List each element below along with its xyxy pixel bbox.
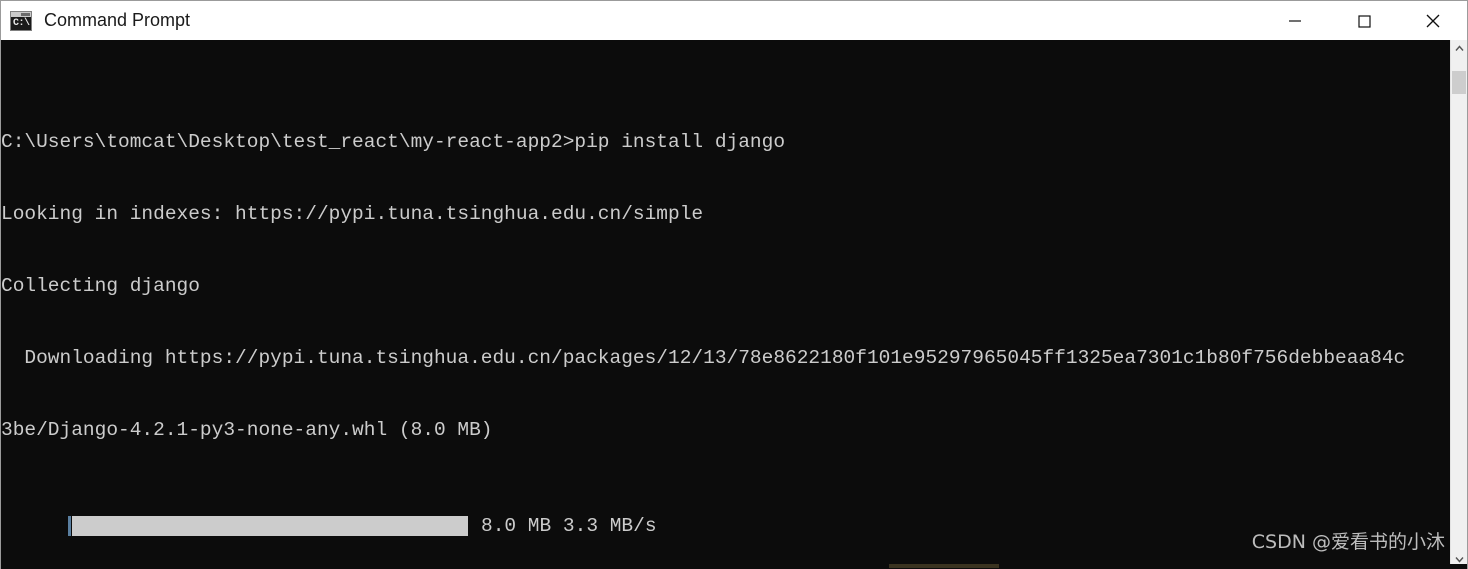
console-area[interactable]: C:\Users\tomcat\Desktop\test_react\my-re… [1,40,1467,568]
window-title: Command Prompt [44,10,191,30]
scrollbar-thumb[interactable] [1452,71,1466,94]
console-line: Collecting django [1,275,200,297]
horizontal-scrollbar[interactable] [1,564,1467,568]
progress-label: 8.0 MB 3.3 MB/s [481,515,657,537]
window-controls [1260,0,1467,41]
scroll-up-button[interactable] [1451,40,1467,57]
console-line: C:\Users\tomcat\Desktop\test_react\my-re… [1,131,786,153]
console-line: Looking in indexes: https://pypi.tuna.ts… [1,203,704,225]
minimize-button[interactable] [1260,0,1329,41]
vertical-scrollbar[interactable] [1450,40,1467,568]
progress-cursor [68,516,71,536]
progress-fill [72,516,468,536]
console-line: 3be/Django-4.2.1-py3-none-any.whl (8.0 M… [1,419,493,441]
close-button[interactable] [1398,0,1467,41]
chevron-down-icon [1454,557,1464,563]
console-output[interactable]: C:\Users\tomcat\Desktop\test_react\my-re… [1,40,1450,568]
download-progress-bar: 8.0 MB 3.3 MB/s [1,514,1450,538]
cmd-icon[interactable]: C:\ [10,10,32,31]
title-bar-left: C:\ Command Prompt [1,10,1260,31]
chevron-up-icon [1454,45,1464,51]
maximize-button[interactable] [1329,0,1398,41]
title-bar[interactable]: C:\ Command Prompt [1,0,1467,41]
console-line: Downloading https://pypi.tuna.tsinghua.e… [1,347,1406,369]
cmd-icon-glyph: C:\ [13,17,30,29]
command-prompt-window: C:\ Command Prompt C:\Users\tomcat\Deskt… [0,0,1468,569]
horizontal-scrollbar-thumb[interactable] [889,564,999,568]
